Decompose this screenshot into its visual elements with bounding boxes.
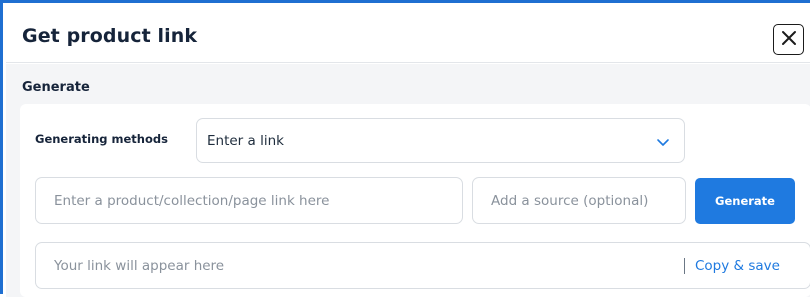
close-icon — [781, 30, 797, 50]
generated-link-placeholder: Your link will appear here — [54, 258, 225, 274]
product-link-placeholder: Enter a product/collection/page link her… — [54, 193, 330, 209]
copy-divider — [684, 258, 685, 274]
generating-method-value: Enter a link — [207, 133, 284, 149]
dialog-body: Generate Generating methods Enter a link… — [6, 64, 810, 297]
generating-method-select[interactable]: Enter a link — [196, 118, 685, 163]
dialog-header: Get product link — [6, 6, 810, 63]
close-button[interactable] — [773, 24, 804, 55]
dialog-title: Get product link — [22, 25, 198, 47]
source-placeholder: Add a source (optional) — [491, 193, 649, 209]
section-title: Generate — [22, 80, 90, 95]
copy-and-save-link[interactable]: Copy & save — [695, 258, 780, 274]
generating-methods-label: Generating methods — [35, 132, 168, 146]
chevron-down-icon — [656, 134, 670, 148]
source-input[interactable]: Add a source (optional) — [472, 177, 686, 224]
dialog: Get product link Generate Generating met… — [0, 0, 810, 297]
generated-link-output: Your link will appear here Copy & save — [35, 242, 810, 289]
generate-card: Generating methods Enter a link Enter a … — [20, 104, 810, 297]
generate-button[interactable]: Generate — [695, 178, 795, 224]
product-link-input[interactable]: Enter a product/collection/page link her… — [35, 177, 463, 224]
